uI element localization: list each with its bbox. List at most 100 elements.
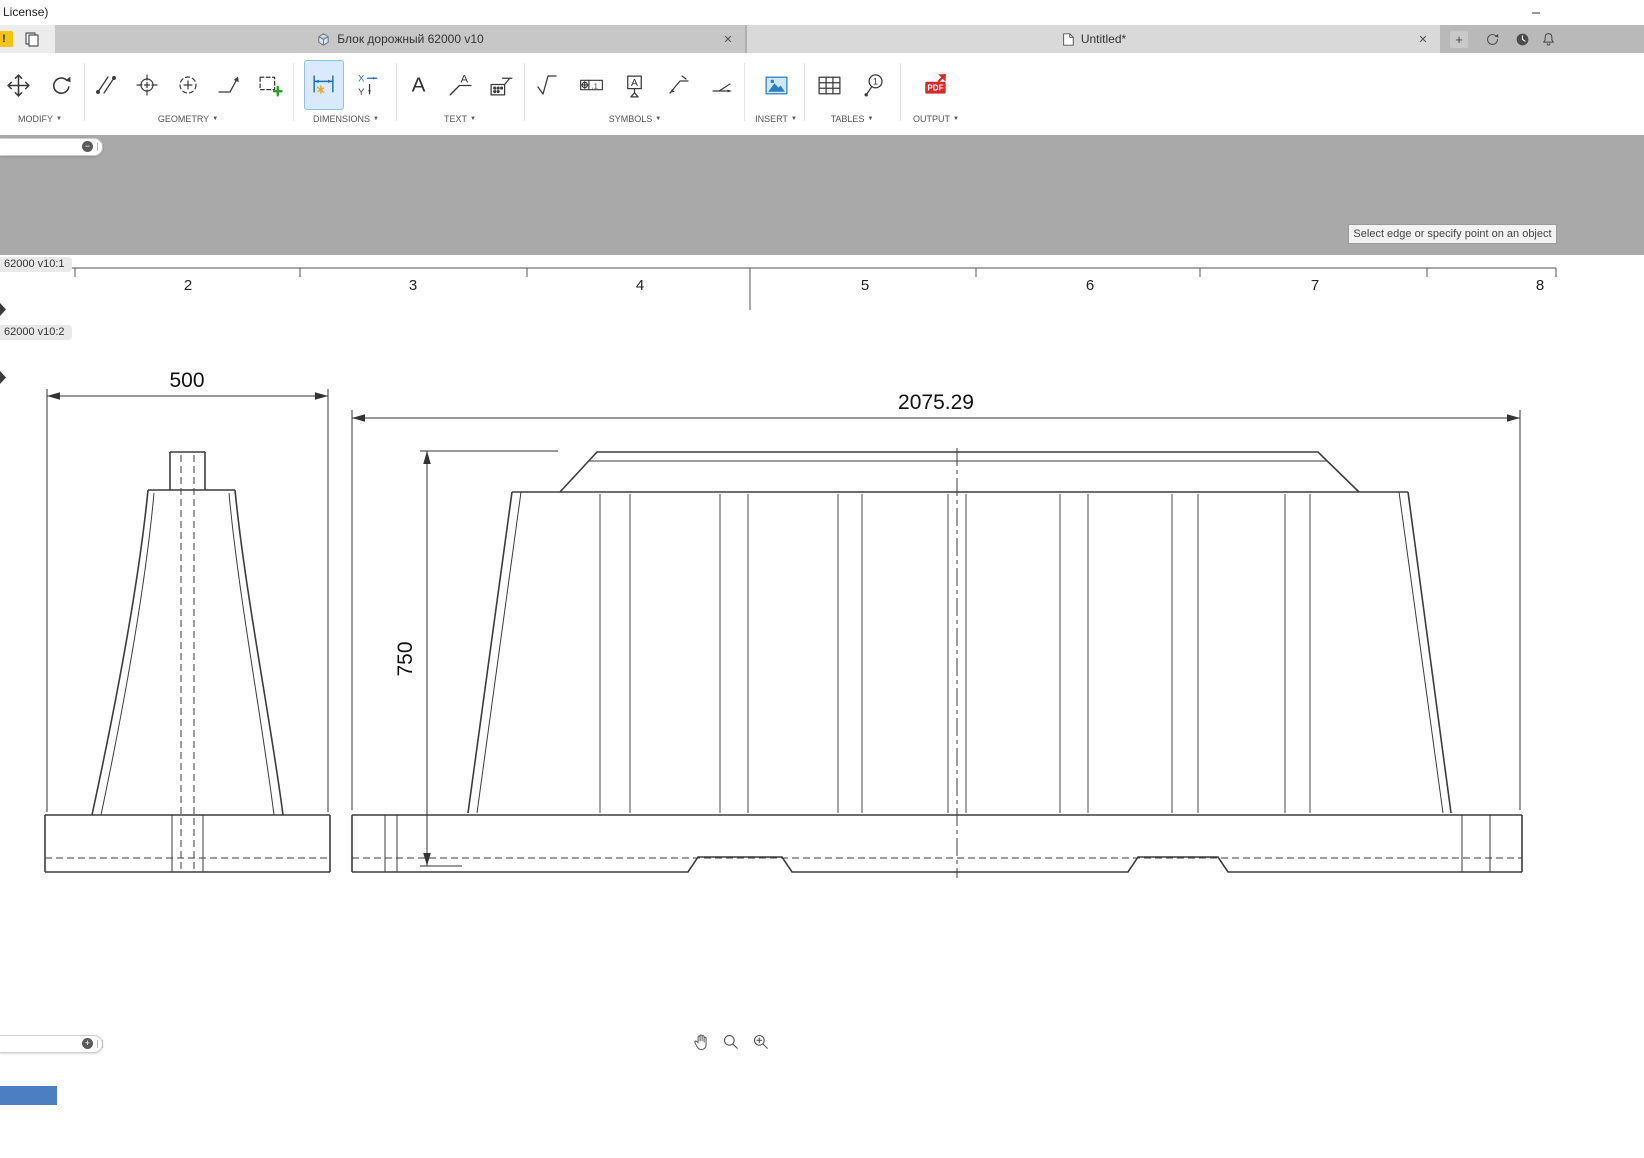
toolbar-separator [524, 63, 525, 121]
center-line-circle-button[interactable] [170, 60, 206, 110]
group-tables: 1 TABLES ▼ [808, 59, 896, 124]
drawing-doc-icon [1061, 32, 1075, 47]
sync-status-icon[interactable] [1483, 30, 1501, 48]
taper-symbol-button[interactable] [703, 60, 742, 110]
output-pdf-button[interactable]: PDF [916, 60, 956, 110]
design-cube-icon [316, 32, 331, 47]
side-view[interactable] [351, 448, 1523, 878]
dimension-front-width[interactable]: 500 [46, 369, 329, 812]
toolbar-separator [84, 63, 85, 121]
svg-text:5: 5 [861, 277, 869, 294]
sheet-zone-ruler [0, 267, 1557, 310]
table-button[interactable] [810, 60, 850, 110]
svg-text:2: 2 [184, 277, 192, 294]
svg-text:A: A [460, 73, 468, 85]
group-text: A A TEXT ▼ [400, 59, 520, 124]
zoom-window-icon[interactable] [750, 1031, 772, 1053]
svg-text:750: 750 [394, 641, 417, 676]
balloon-button[interactable]: 1 [855, 60, 895, 110]
feature-control-frame-button[interactable]: .1 [572, 60, 611, 110]
app-window: License) – ! Блок дорожный 62000 v10 ✕ U… [0, 0, 1644, 1158]
group-label[interactable]: MODIFY ▼ [0, 114, 80, 124]
toolbar-separator [293, 63, 294, 121]
tab-close-button[interactable]: ✕ [1416, 32, 1430, 46]
rotate-button[interactable] [43, 60, 81, 110]
svg-text:X: X [358, 73, 365, 83]
toolbar-separator [744, 63, 745, 121]
browser-collapse-bar[interactable]: − [0, 138, 103, 156]
note-button[interactable] [483, 60, 520, 110]
leader-text-button[interactable]: A [442, 60, 479, 110]
zoom-icon[interactable] [720, 1031, 742, 1053]
chevron-down-icon: ▼ [56, 116, 62, 122]
tab-close-button[interactable]: ✕ [721, 32, 735, 46]
surface-texture-button[interactable] [528, 60, 567, 110]
toolbar-separator [804, 63, 805, 121]
chevron-down-icon: ▼ [373, 116, 379, 122]
group-label[interactable]: DIMENSIONS ▼ [298, 114, 394, 124]
center-mark-button[interactable] [129, 60, 165, 110]
title-bar: License) – [0, 0, 1644, 25]
svg-text:7: 7 [1311, 277, 1319, 294]
clipboard-icon[interactable] [24, 31, 40, 52]
pan-hand-icon[interactable] [690, 1031, 712, 1053]
svg-text:6: 6 [1086, 277, 1094, 294]
browser-item-view2[interactable]: 62000 v10:2 [0, 325, 72, 340]
new-tab-button[interactable]: + [1450, 31, 1468, 48]
edge-extension-button[interactable] [211, 60, 247, 110]
ribbon-toolbar: MODIFY ▼ GEOMETRY ▼ X Y DIMENSIONS ▼ A A… [0, 53, 1644, 135]
ordinate-dimension-button[interactable]: X Y [349, 60, 389, 110]
chevron-down-icon: ▼ [953, 116, 959, 122]
svg-text:A: A [632, 78, 639, 89]
minimize-button[interactable]: – [1526, 2, 1546, 22]
toolbar-separator [900, 63, 901, 121]
svg-text:2075.29: 2075.29 [898, 391, 974, 414]
tab-label: Блок дорожный 62000 v10 [337, 32, 484, 46]
notification-bell-icon[interactable] [1539, 30, 1557, 48]
offset-edges-button[interactable] [88, 60, 124, 110]
dimension-tool-button-active[interactable] [303, 60, 344, 110]
dimension-side-length[interactable]: 2075.29 [351, 391, 1521, 810]
svg-text:.1: .1 [591, 81, 597, 90]
drawing-sheet-svg: 2 3 4 5 6 7 8 500 2075.29 750 [0, 267, 1557, 878]
create-sketch-button[interactable] [252, 60, 288, 110]
svg-text:4: 4 [636, 277, 644, 294]
group-label[interactable]: GEOMETRY ▼ [88, 114, 288, 124]
prompt-tooltip: Select edge or specify point on an objec… [1348, 224, 1557, 244]
expand-plus-icon[interactable]: + [82, 1038, 93, 1049]
browser-item-view1[interactable]: 62000 v10:1 [0, 257, 72, 272]
drawing-canvas[interactable]: 2 3 4 5 6 7 8 500 2075.29 750 [0, 255, 1644, 1158]
dimension-side-height[interactable]: 750 [394, 450, 558, 867]
warning-icon[interactable]: ! [0, 31, 13, 47]
svg-text:Y: Y [358, 86, 365, 96]
svg-text:500: 500 [169, 369, 204, 392]
svg-text:8: 8 [1536, 277, 1544, 294]
insert-image-button[interactable] [756, 60, 796, 110]
svg-text:3: 3 [409, 277, 417, 294]
tab-document-2[interactable]: Untitled* ✕ [747, 25, 1440, 53]
tab-document-1[interactable]: Блок дорожный 62000 v10 ✕ [55, 25, 747, 53]
group-label[interactable]: INSERT ▼ [748, 114, 804, 124]
group-geometry: GEOMETRY ▼ [88, 59, 288, 124]
datum-identifier-button[interactable]: A [616, 60, 655, 110]
group-label[interactable]: SYMBOLS ▼ [528, 114, 742, 124]
tabbar-left-strip: ! [0, 25, 55, 53]
front-view[interactable] [44, 451, 331, 873]
text-button[interactable]: A [400, 60, 437, 110]
move-copy-button[interactable] [0, 60, 38, 110]
chevron-down-icon: ▼ [790, 116, 797, 122]
group-modify: MODIFY ▼ [0, 59, 80, 124]
collapse-minus-icon[interactable]: − [82, 141, 93, 152]
group-label[interactable]: OUTPUT ▼ [904, 114, 968, 124]
chevron-down-icon: ▼ [470, 116, 476, 122]
chevron-down-icon: ▼ [212, 116, 219, 122]
group-label[interactable]: TEXT ▼ [400, 114, 520, 124]
group-label[interactable]: TABLES ▼ [808, 114, 896, 124]
panel-expand-bar[interactable]: + [0, 1035, 103, 1053]
history-clock-icon[interactable] [1513, 30, 1531, 48]
datum-target-button[interactable] [659, 60, 698, 110]
grip-icon [97, 1040, 103, 1048]
window-title-fragment: License) [3, 5, 49, 19]
svg-text:A: A [411, 73, 425, 96]
svg-text:PDF: PDF [927, 84, 943, 93]
